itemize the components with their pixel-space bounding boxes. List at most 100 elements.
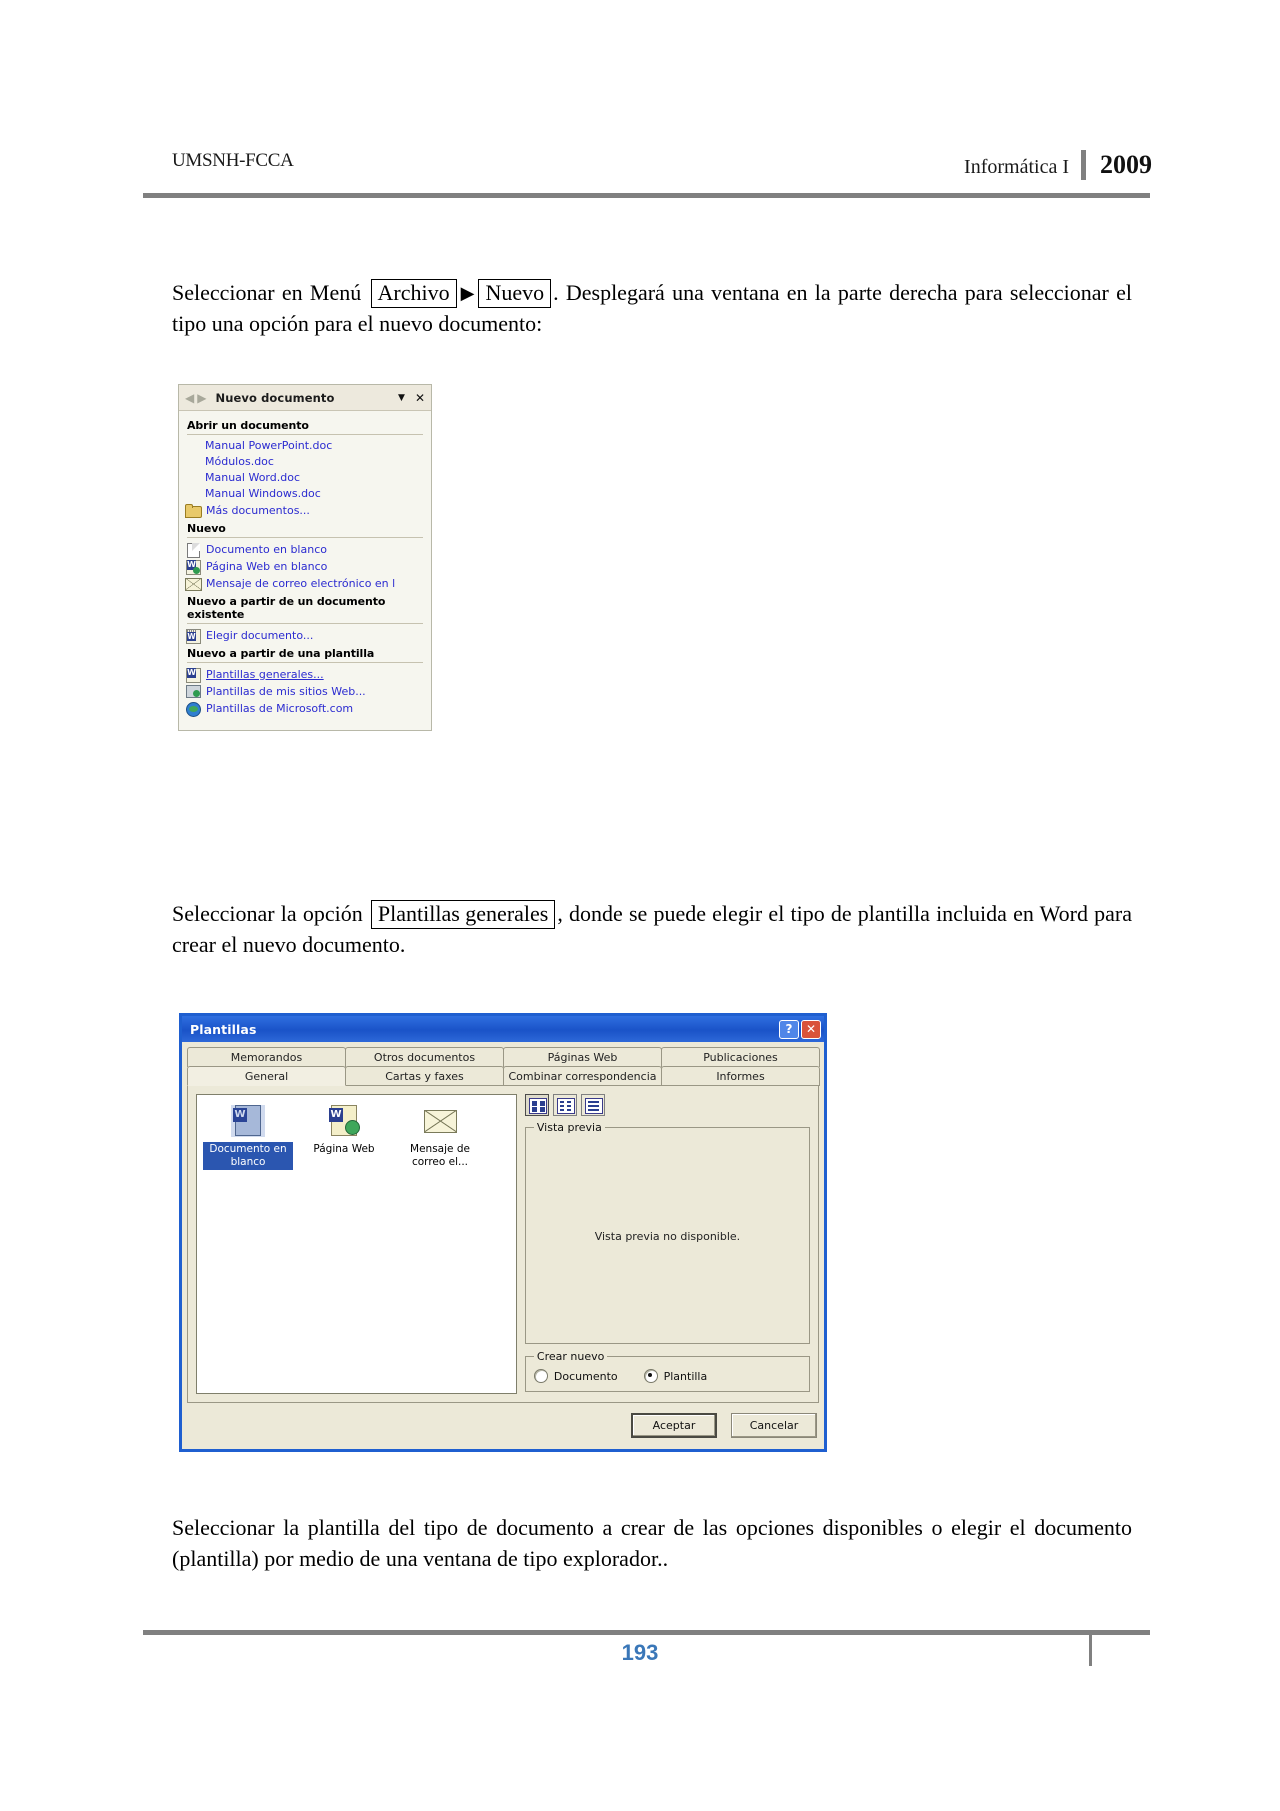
close-button[interactable]: ✕: [801, 1019, 821, 1039]
link-label: Elegir documento...: [206, 628, 314, 642]
paragraph-one: Seleccionar en Menú Archivo ▶ Nuevo. Despl…: [172, 277, 1132, 339]
task-pane-link-manual-windows[interactable]: Manual Windows.doc: [179, 486, 431, 502]
template-label: Mensaje de correo el...: [410, 1143, 470, 1168]
mail-icon: [185, 576, 202, 591]
help-button[interactable]: ?: [779, 1019, 799, 1039]
plantillas-generales-box: Plantillas generales: [370, 900, 556, 929]
paragraph-one-part-a: Seleccionar en Menú: [172, 280, 362, 305]
section-divider: [187, 662, 423, 663]
paragraph-three: Seleccionar la plantilla del tipo de doc…: [172, 1515, 1132, 1571]
tab-combinar-correspondencia[interactable]: Combinar correspondencia: [503, 1066, 662, 1086]
link-label: Plantillas generales...: [206, 667, 324, 681]
task-pane-link-pagina-web-en-blanco[interactable]: Página Web en blanco: [179, 558, 431, 575]
paragraph-two-part-a: Seleccionar la opción: [172, 901, 363, 926]
web-page-icon: W: [327, 1105, 361, 1137]
word-document-icon: W: [231, 1105, 265, 1137]
header-year: 2009: [1100, 150, 1152, 179]
dialog-titlebar: Plantillas ? ✕: [182, 1016, 824, 1042]
list-view-button[interactable]: [552, 1094, 577, 1116]
task-pane-link-plantillas-microsoft[interactable]: Plantillas de Microsoft.com: [179, 700, 431, 717]
task-pane-link-mensaje-correo[interactable]: Mensaje de correo electrónico en l: [179, 575, 431, 592]
chevron-down-icon[interactable]: ▼: [398, 393, 405, 403]
template-list[interactable]: W Documento en blanco W Página Web Mensa…: [196, 1094, 517, 1394]
radio-plantilla-label: Plantilla: [663, 1369, 708, 1383]
dialog-side-panel: Vista previa Vista previa no disponible.…: [524, 1094, 810, 1394]
task-pane-link-plantillas-sitios-web[interactable]: Plantillas de mis sitios Web...: [179, 683, 431, 700]
preview-message: Vista previa no disponible.: [594, 1230, 741, 1243]
task-pane-link-plantillas-generales[interactable]: Plantillas generales...: [179, 666, 431, 683]
create-new-group: Crear nuevo Documento Plantilla: [524, 1350, 810, 1392]
menu-arrow-icon: ▶: [460, 283, 475, 303]
task-pane-titlebar: ◀ ▶ Nuevo documento ▼ ✕: [179, 385, 431, 411]
mail-icon: [423, 1105, 457, 1137]
large-icons-view-button[interactable]: [524, 1094, 549, 1116]
link-label: Más documentos...: [206, 503, 310, 517]
link-label: Plantillas de Microsoft.com: [206, 701, 354, 715]
template-label: Página Web: [313, 1143, 375, 1155]
tab-otros-documentos[interactable]: Otros documentos: [345, 1047, 504, 1067]
blank-document-icon: [185, 542, 201, 558]
cancel-button[interactable]: Cancelar: [731, 1413, 817, 1438]
task-pane-link-mas-documentos[interactable]: Más documentos...: [179, 502, 431, 519]
task-pane-section-heading: Nuevo: [187, 522, 226, 535]
header-rule: [143, 193, 1150, 198]
link-label: Mensaje de correo electrónico en l: [206, 576, 396, 590]
link-label: Manual Word.doc: [205, 471, 300, 484]
page-number: 193: [621, 1640, 659, 1665]
radio-dot: [643, 1369, 658, 1383]
forward-arrow-icon[interactable]: ▶: [197, 392, 206, 404]
tab-memorandos[interactable]: Memorandos: [187, 1047, 346, 1067]
menu-nuevo-box: Nuevo: [478, 279, 552, 308]
create-new-legend: Crear nuevo: [536, 1350, 605, 1363]
tab-general[interactable]: General: [187, 1066, 346, 1086]
page-header: UMSNH-FCCA Informática I 2009: [172, 150, 1152, 190]
task-pane-link-documento-en-blanco[interactable]: Documento en blanco: [179, 541, 431, 558]
template-item-mensaje-correo[interactable]: Mensaje de correo el...: [395, 1105, 485, 1170]
link-label: Manual Windows.doc: [205, 487, 321, 500]
tab-publicaciones[interactable]: Publicaciones: [661, 1047, 820, 1067]
radio-documento-label: Documento: [553, 1369, 618, 1383]
tab-paginas-web[interactable]: Páginas Web: [503, 1047, 662, 1067]
dialog-title: Plantillas: [190, 1021, 257, 1037]
task-pane-link-modulos[interactable]: Módulos.doc: [179, 454, 431, 470]
task-pane-section-heading: Nuevo a partir de un documento existente: [187, 595, 386, 621]
word-template-icon: [185, 667, 201, 683]
monitor-web-icon: [185, 684, 201, 699]
link-label: Documento en blanco: [206, 542, 327, 556]
task-pane-title: Nuevo documento: [215, 390, 335, 405]
link-label: Manual PowerPoint.doc: [205, 439, 333, 452]
template-item-documento-en-blanco[interactable]: W Documento en blanco: [203, 1105, 293, 1170]
close-icon[interactable]: ✕: [415, 392, 425, 404]
details-view-button[interactable]: [580, 1094, 605, 1116]
preview-legend: Vista previa: [536, 1121, 602, 1134]
template-label: Documento en blanco: [203, 1142, 293, 1170]
radio-documento[interactable]: Documento: [533, 1369, 618, 1383]
tab-cartas-y-faxes[interactable]: Cartas y faxes: [345, 1066, 504, 1086]
section-divider: [187, 623, 423, 624]
link-label: Módulos.doc: [205, 455, 274, 468]
view-buttons-group: [524, 1094, 810, 1116]
tab-row-bottom: General Cartas y faxes Combinar correspo…: [187, 1066, 820, 1086]
back-arrow-icon[interactable]: ◀: [185, 392, 194, 404]
radio-plantilla[interactable]: Plantilla: [643, 1369, 708, 1383]
accept-button[interactable]: Aceptar: [631, 1413, 717, 1438]
task-pane-section-heading: Abrir un documento: [187, 419, 309, 432]
web-page-icon: [185, 559, 201, 575]
task-pane-body: Abrir un documento Manual PowerPoint.doc…: [179, 411, 431, 717]
dialog-content: Memorandos Otros documentos Páginas Web …: [187, 1047, 820, 1445]
tab-informes[interactable]: Informes: [661, 1066, 820, 1086]
task-pane-link-manual-word[interactable]: Manual Word.doc: [179, 470, 431, 486]
create-new-radios: Documento Plantilla: [533, 1367, 801, 1383]
task-pane-link-elegir-documento[interactable]: Elegir documento...: [179, 627, 431, 644]
choose-document-icon: [185, 628, 201, 644]
menu-archivo-box: Archivo: [370, 279, 457, 308]
document-page: UMSNH-FCCA Informática I 2009 Selecciona…: [0, 0, 1280, 1811]
section-divider: [187, 537, 423, 538]
plantillas-dialog[interactable]: Plantillas ? ✕ Memorandos Otros document…: [179, 1013, 827, 1452]
header-right-group: Informática I 2009: [964, 150, 1152, 180]
template-item-pagina-web[interactable]: W Página Web: [299, 1105, 389, 1170]
new-document-task-pane[interactable]: ◀ ▶ Nuevo documento ▼ ✕ Abrir un documen…: [178, 384, 432, 731]
task-pane-link-manual-powerpoint[interactable]: Manual PowerPoint.doc: [179, 438, 431, 454]
footer-rule: [143, 1630, 1150, 1635]
link-label: Página Web en blanco: [206, 559, 328, 573]
